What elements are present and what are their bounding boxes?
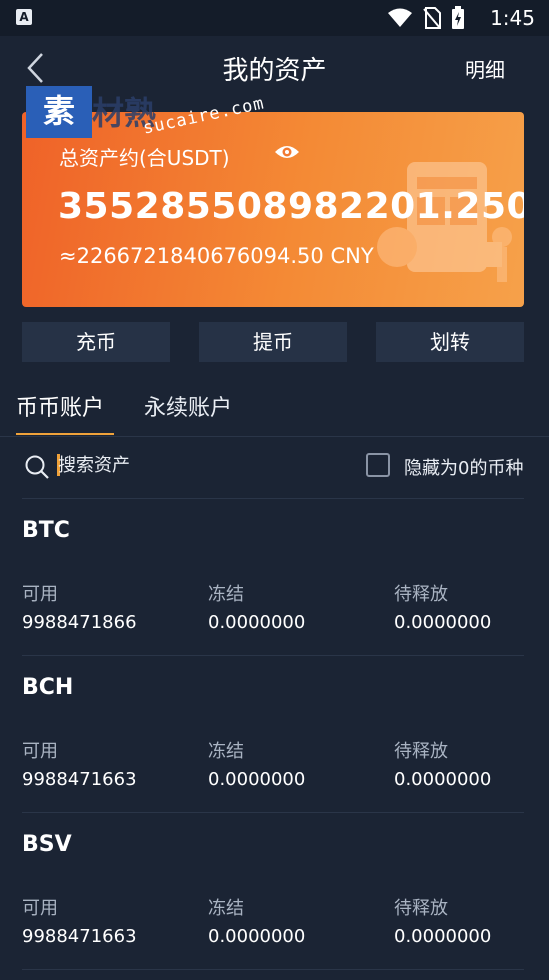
hide-zero-checkbox[interactable] — [366, 453, 390, 477]
available-column: 可用 9988471866 — [22, 580, 137, 633]
frozen-label: 冻结 — [208, 741, 244, 762]
pending-column: 待释放 0.0000000 — [394, 737, 491, 790]
pending-value: 0.0000000 — [394, 612, 492, 633]
total-asset-amount: 355285508982201.2500 — [58, 186, 524, 227]
available-column: 可用 9988471663 — [22, 737, 137, 790]
frozen-value: 0.0000000 — [208, 926, 306, 947]
list-item-coin[interactable]: BSV 可用 9988471663 冻结 0.0000000 待释放 0.000… — [22, 812, 524, 970]
deposit-button[interactable]: 充币 — [22, 322, 170, 362]
total-asset-cny: ≈2266721840676094.50 CNY — [59, 244, 374, 268]
transfer-button[interactable]: 划转 — [376, 322, 524, 362]
status-icons — [387, 6, 465, 29]
search-row: 隐藏为0的币种 — [22, 436, 524, 499]
available-value: 9988471663 — [22, 769, 137, 790]
frozen-value: 0.0000000 — [208, 612, 306, 633]
eye-icon[interactable] — [274, 142, 300, 162]
watermark-url: sucaire.com — [141, 93, 267, 139]
watermark-logo: 素 材熟 sucaire.com — [26, 86, 266, 146]
withdraw-button[interactable]: 提币 — [199, 322, 347, 362]
pending-column: 待释放 0.0000000 — [394, 580, 491, 633]
search-icon — [25, 455, 49, 479]
coin-name: BSV — [22, 832, 72, 857]
action-buttons: 充币 提币 划转 — [22, 322, 524, 362]
account-tabs: 币币账户 永续账户 — [0, 378, 549, 437]
pending-value: 0.0000000 — [394, 926, 492, 947]
frozen-column: 冻结 0.0000000 — [208, 894, 305, 947]
pending-label: 待释放 — [394, 741, 448, 762]
list-item-coin[interactable]: BTC 可用 9988471866 冻结 0.0000000 待释放 0.000… — [22, 498, 524, 656]
pending-label: 待释放 — [394, 584, 448, 605]
available-label: 可用 — [22, 898, 58, 919]
status-bar: A 1:45 — [0, 0, 549, 36]
available-column: 可用 9988471663 — [22, 894, 137, 947]
frozen-label: 冻结 — [208, 898, 244, 919]
watermark-box: 素 — [26, 86, 92, 138]
active-tab-indicator — [16, 433, 114, 435]
frozen-column: 冻结 0.0000000 — [208, 580, 305, 633]
coin-name: BCH — [22, 675, 74, 700]
no-sim-icon — [423, 7, 441, 29]
available-value: 9988471866 — [22, 612, 137, 633]
frozen-column: 冻结 0.0000000 — [208, 737, 305, 790]
search-input[interactable] — [58, 450, 278, 480]
tab-spot-account[interactable]: 币币账户 — [16, 390, 104, 422]
frozen-value: 0.0000000 — [208, 769, 306, 790]
available-label: 可用 — [22, 741, 58, 762]
coin-name: BTC — [22, 518, 70, 543]
available-value: 9988471663 — [22, 926, 137, 947]
detail-link[interactable]: 明细 — [465, 54, 505, 83]
list-item-coin[interactable]: BCH 可用 9988471663 冻结 0.0000000 待释放 0.000… — [22, 655, 524, 813]
app-notification-icon: A — [16, 9, 32, 25]
frozen-label: 冻结 — [208, 584, 244, 605]
pending-value: 0.0000000 — [394, 769, 492, 790]
pending-column: 待释放 0.0000000 — [394, 894, 491, 947]
available-label: 可用 — [22, 584, 58, 605]
clock: 1:45 — [490, 6, 535, 30]
hide-zero-label[interactable]: 隐藏为0的币种 — [404, 454, 523, 480]
battery-charging-icon — [452, 6, 464, 29]
total-asset-label: 总资产约(合USDT) — [59, 146, 230, 170]
pending-label: 待释放 — [394, 898, 448, 919]
wifi-icon — [388, 8, 412, 27]
tab-perpetual-account[interactable]: 永续账户 — [144, 390, 232, 422]
